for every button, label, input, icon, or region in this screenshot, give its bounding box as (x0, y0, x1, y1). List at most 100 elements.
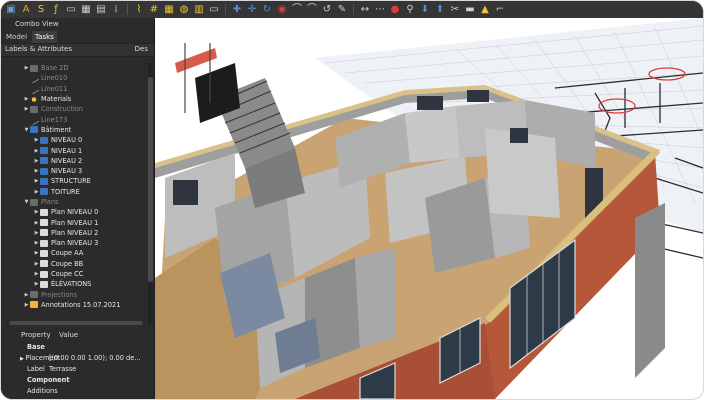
label-icon[interactable]: ▭ (65, 4, 77, 16)
tree-item[interactable]: ▶ STRUCTURE (1, 176, 148, 186)
tab-model[interactable]: Model (3, 31, 30, 43)
property-group[interactable]: Base (1, 342, 154, 353)
tree-header-description[interactable]: Des (135, 44, 148, 56)
move-icon[interactable]: ✚ (231, 4, 243, 16)
tree-item[interactable]: ▶ ÉLÉVATIONS (1, 279, 148, 289)
tree-item[interactable]: ▶ Annotations 15.07.2021 (1, 300, 148, 310)
tree-item[interactable]: ▼ Bâtiment (1, 125, 148, 135)
pipe-icon[interactable]: ⌒ (291, 4, 303, 16)
rotate-icon[interactable]: ↻ (261, 4, 273, 16)
tree-item[interactable]: ▶ Coupe CC (1, 269, 148, 279)
property-row[interactable]: Label Terrasse (1, 364, 154, 375)
text-icon[interactable]: A (20, 4, 32, 16)
refresh-icon[interactable]: ↺ (321, 4, 333, 16)
expand-right-icon[interactable]: ▶ (33, 240, 40, 246)
tree-item[interactable]: ▶ TOITURE (1, 187, 148, 197)
expand-right-icon[interactable]: ▶ (33, 168, 40, 174)
tree-item[interactable]: ▶ Coupe BB (1, 259, 148, 269)
tree-item[interactable]: ▶ Plan NIVEAU 3 (1, 238, 148, 248)
level-icon (40, 147, 48, 155)
expand-right-icon[interactable]: ▶ (33, 189, 40, 195)
expand-right-icon[interactable]: ▶ (23, 96, 30, 102)
tab-tasks[interactable]: Tasks (32, 31, 57, 43)
property-group[interactable]: Component (1, 375, 154, 386)
expand-right-icon[interactable]: ▶ (33, 137, 40, 143)
tree-hscrollbar[interactable] (7, 321, 145, 325)
warning-icon[interactable]: ▲ (479, 4, 491, 16)
property-value[interactable]: Terrasse (49, 364, 154, 375)
tree-item[interactable]: ▶ NIVEAU 0 (1, 135, 148, 145)
axis-move-icon[interactable]: ✛ (246, 4, 258, 16)
tree-item[interactable]: Line010 (1, 72, 148, 84)
tree-item-label: NIVEAU 3 (51, 167, 83, 176)
scissors-icon[interactable]: ✂ (449, 4, 461, 16)
curved-icon[interactable]: ⌒ (306, 4, 318, 16)
tree-item[interactable]: ▶ Plan NIVEAU 2 (1, 228, 148, 238)
expand-right-icon[interactable]: ▶ (33, 148, 40, 154)
3d-viewport[interactable] (155, 18, 703, 399)
shapestring-icon[interactable]: S (35, 4, 47, 16)
record-icon[interactable]: ● (389, 4, 401, 16)
value-column-header[interactable]: Value (59, 329, 78, 341)
tree-item[interactable]: ▶ Base 2D (1, 63, 148, 73)
tree-item[interactable]: ▶ Plan NIVEAU 0 (1, 207, 148, 217)
expand-right-icon[interactable]: ▶ (33, 230, 40, 236)
expand-right-icon[interactable]: ▶ (33, 271, 40, 277)
tree-item-label: Coupe AA (51, 249, 84, 258)
tree-item-label: Coupe BB (51, 259, 84, 268)
expand-right-icon[interactable]: ▶ (33, 281, 40, 287)
snap-icon[interactable]: ↔ (359, 4, 371, 16)
tree-header-labels[interactable]: Labels & Attributes (5, 44, 72, 56)
sketch-icon[interactable]: ✎ (336, 4, 348, 16)
nav-cube-icon[interactable]: ◉ (276, 4, 288, 16)
expand-down-icon[interactable]: ▼ (23, 127, 30, 133)
tree-item[interactable]: ▶ Projections (1, 290, 148, 300)
expand-right-icon[interactable]: ▶ (33, 178, 40, 184)
download-icon[interactable]: ⬇ (419, 4, 431, 16)
tree-scrollbar[interactable] (148, 63, 153, 325)
tree-item[interactable]: ▶ NIVEAU 1 (1, 145, 148, 155)
tree-item[interactable]: ▶ NIVEAU 2 (1, 156, 148, 166)
measure-icon[interactable]: ⌐ (494, 4, 506, 16)
up-icon[interactable]: ⬆ (434, 4, 446, 16)
expand-right-icon[interactable]: ▶ (33, 261, 40, 267)
dimension-icon[interactable]: ƒ (50, 4, 62, 16)
expand-down-icon[interactable]: ▼ (23, 199, 30, 205)
separator-icon[interactable]: ▭ (208, 4, 220, 16)
property-column-header[interactable]: Property (1, 329, 59, 341)
hatch-icon[interactable]: ▦ (80, 4, 92, 16)
tree-item[interactable]: ▶ NIVEAU 3 (1, 166, 148, 176)
tree-item[interactable]: ▼ Plans (1, 197, 148, 207)
ruler-icon[interactable]: ▬ (464, 4, 476, 16)
property-row[interactable]: ▶ Placement [(0.00 0.00 1.00); 0.00 de... (1, 353, 154, 364)
axis-icon[interactable]: ⌇ (133, 4, 145, 16)
tree-item[interactable]: Line173 (1, 114, 148, 126)
tree-item[interactable]: Line011 (1, 83, 148, 95)
grid-icon[interactable]: # (148, 4, 160, 16)
expand-right-icon[interactable]: ▶ (23, 65, 30, 71)
tree-hscroll-thumb[interactable] (9, 321, 143, 325)
expand-right-icon[interactable]: ▶ (23, 292, 30, 298)
zoom-icon[interactable]: ⚲ (404, 4, 416, 16)
expand-right-icon[interactable]: ▶ (33, 158, 40, 164)
view-icon[interactable]: ▣ (5, 4, 17, 16)
tree-item[interactable]: ▶ Construction (1, 104, 148, 114)
tree-item[interactable]: ▶ Plan NIVEAU 1 (1, 217, 148, 227)
tree-item[interactable]: ▶ Coupe AA (1, 248, 148, 258)
section-plane-icon[interactable]: ▦ (163, 4, 175, 16)
expand-right-icon[interactable]: ▶ (33, 209, 40, 215)
snap-grid-icon[interactable]: ⋯ (374, 4, 386, 16)
tree-scroll-thumb[interactable] (148, 77, 153, 282)
image-icon[interactable]: ▤ (95, 4, 107, 16)
expand-right-icon[interactable]: ▶ (33, 220, 40, 226)
array-icon[interactable]: ⁞ (110, 4, 122, 16)
structure-icon[interactable]: ◍ (178, 4, 190, 16)
expand-right-icon[interactable]: ▶ (23, 106, 30, 112)
property-value[interactable]: [(0.00 0.00 1.00); 0.00 de... (49, 353, 154, 364)
tree-item[interactable]: ▶ Materials (1, 94, 148, 104)
property-row[interactable]: Additions (1, 386, 154, 397)
schedule-icon[interactable]: ▥ (193, 4, 205, 16)
property-value[interactable] (49, 386, 154, 397)
expand-right-icon[interactable]: ▶ (33, 250, 40, 256)
expand-right-icon[interactable]: ▶ (23, 302, 30, 308)
